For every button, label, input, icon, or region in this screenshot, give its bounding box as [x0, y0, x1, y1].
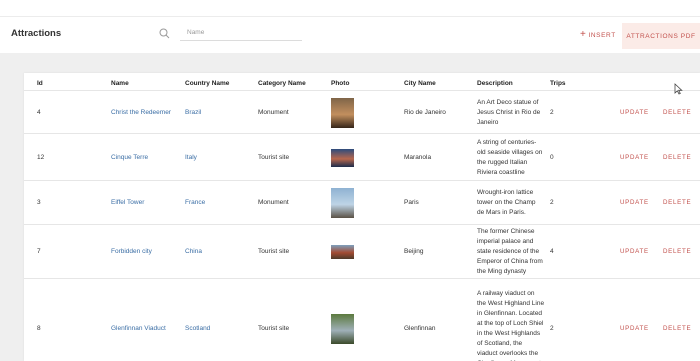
cell-id: 8	[37, 325, 41, 332]
description-line: Riviera coastline	[477, 168, 525, 176]
delete-button[interactable]: DELETE	[663, 248, 691, 255]
attractions-pdf-button-label: ATTRACTIONS PDF	[626, 32, 696, 40]
delete-button[interactable]: DELETE	[663, 199, 691, 206]
cell-city: Glenfinnan	[404, 325, 436, 332]
insert-button-label: INSERT	[588, 31, 616, 39]
description-line: Wrought-iron lattice	[477, 189, 534, 196]
cell-description: A railway viaduct on the West Highland Li…	[477, 289, 549, 361]
column-header-description: Description	[477, 80, 513, 87]
attraction-photo	[331, 314, 354, 344]
description-line: viaduct overlooks the	[477, 350, 539, 357]
description-line: de Mars in Paris.	[477, 209, 526, 216]
update-button[interactable]: UPDATE	[620, 248, 649, 255]
cell-id: 3	[37, 199, 41, 206]
country-link[interactable]: France	[185, 198, 205, 208]
table-row: 4 Christ the Redeemer Brazil Monument Rio de…	[24, 90, 700, 133]
attraction-photo	[331, 148, 354, 167]
cell-trips: 2	[550, 108, 554, 116]
column-header-trips: Trips	[550, 80, 566, 87]
cell-category: Tourist site	[258, 248, 290, 255]
attraction-photo	[331, 245, 354, 259]
attractions-pdf-button[interactable]: ATTRACTIONS PDF	[622, 23, 700, 49]
attraction-photo	[331, 188, 354, 218]
table-row: 7 Forbidden city China Tourist site Beijing 4…	[24, 224, 700, 278]
country-link[interactable]: Brazil	[185, 108, 201, 118]
description-line: the West Highland Line	[477, 300, 545, 307]
delete-button[interactable]: DELETE	[663, 325, 691, 332]
attraction-name-link[interactable]: Christ the Redeemer	[111, 108, 171, 118]
table-row: 3 Eiffel Tower France Monument Paris 2 Wrought…	[24, 180, 700, 224]
attraction-name-link[interactable]: Cinque Terre	[111, 153, 148, 163]
cell-city: Rio de Janeiro	[404, 108, 446, 116]
cell-category: Tourist site	[258, 325, 290, 332]
description-line: The former Chinese	[477, 228, 535, 235]
description-line: An Art Deco statue of	[477, 98, 539, 106]
description-line: Janeiro	[477, 118, 499, 126]
cell-category: Monument	[258, 199, 289, 206]
cell-category: Monument	[258, 108, 289, 116]
update-button[interactable]: UPDATE	[620, 325, 649, 332]
cell-city: Maranola	[404, 153, 432, 161]
description-line: at the top of Loch Shiel	[477, 320, 544, 327]
cell-trips: 2	[550, 325, 554, 332]
update-button[interactable]: UPDATE	[620, 154, 649, 161]
description-line: the Ming dynasty	[477, 268, 527, 275]
country-link[interactable]: China	[185, 247, 202, 257]
cell-city: Paris	[404, 199, 419, 206]
update-button[interactable]: UPDATE	[620, 109, 649, 116]
attraction-name-link[interactable]: Forbidden city	[111, 247, 152, 257]
attraction-photo	[331, 97, 354, 128]
cell-trips: 0	[550, 153, 554, 161]
cell-id: 4	[37, 108, 41, 116]
search-input[interactable]	[180, 25, 302, 41]
table-row: 8 Glenfinnan Viaduct Scotland Tourist site G…	[24, 278, 700, 361]
cell-id: 12	[37, 153, 45, 161]
cell-trips: 4	[550, 248, 554, 255]
header-bar: Attractions + INSERT ATTRACTIONS PDF	[0, 17, 700, 53]
country-link[interactable]: Italy	[185, 153, 197, 163]
description-line: Jesus Christ in Rio de	[477, 108, 541, 116]
attraction-name-link[interactable]: Eiffel Tower	[111, 198, 144, 208]
country-link[interactable]: Scotland	[185, 324, 210, 334]
cell-description: An Art Deco statue of Jesus Christ in Rio…	[477, 98, 549, 128]
attractions-table: Id Name Country Name Category Name Photo…	[24, 73, 700, 361]
cell-category: Tourist site	[258, 153, 290, 161]
cell-trips: 2	[550, 199, 554, 206]
description-line: tower on the Champ	[477, 199, 536, 206]
description-line: of Scotland, the	[477, 340, 523, 347]
cell-description: The former Chinese imperial palace and sta…	[477, 227, 549, 277]
column-header-country: Country Name	[185, 80, 230, 87]
cell-description: Wrought-iron lattice tower on the Champ de…	[477, 188, 549, 218]
cell-description: A string of centuries-old seaside villag…	[477, 138, 549, 178]
cell-city: Beijing	[404, 248, 424, 255]
description-line: in the West Highlands	[477, 330, 541, 337]
page-title: Attractions	[11, 28, 62, 39]
insert-button[interactable]: + INSERT	[580, 27, 616, 43]
search-icon	[159, 28, 170, 39]
cell-id: 7	[37, 248, 41, 255]
plus-icon: +	[580, 29, 587, 40]
column-header-name: Name	[111, 80, 129, 87]
delete-button[interactable]: DELETE	[663, 154, 691, 161]
description-line: A string of centuries-	[477, 138, 537, 146]
column-header-city: City Name	[404, 80, 436, 87]
table-row: 12 Cinque Terre Italy Tourist site Maranola 0…	[24, 133, 700, 180]
mouse-cursor-icon	[674, 83, 683, 95]
column-header-photo: Photo	[331, 80, 350, 87]
description-line: the rugged Italian	[477, 158, 528, 166]
column-header-id: Id	[37, 80, 43, 87]
description-line: Emperor of China from	[477, 258, 543, 265]
description-line: imperial palace and	[477, 238, 534, 245]
description-line: A railway viaduct on	[477, 290, 535, 297]
attraction-name-link[interactable]: Glenfinnan Viaduct	[111, 324, 166, 334]
top-strip	[0, 0, 700, 17]
update-button[interactable]: UPDATE	[620, 199, 649, 206]
delete-button[interactable]: DELETE	[663, 109, 691, 116]
description-line: state residence of the	[477, 248, 540, 255]
description-line: old seaside villages on	[477, 148, 543, 156]
column-header-category: Category Name	[258, 80, 306, 87]
description-line: in Glenfinnan. Located	[477, 310, 543, 317]
